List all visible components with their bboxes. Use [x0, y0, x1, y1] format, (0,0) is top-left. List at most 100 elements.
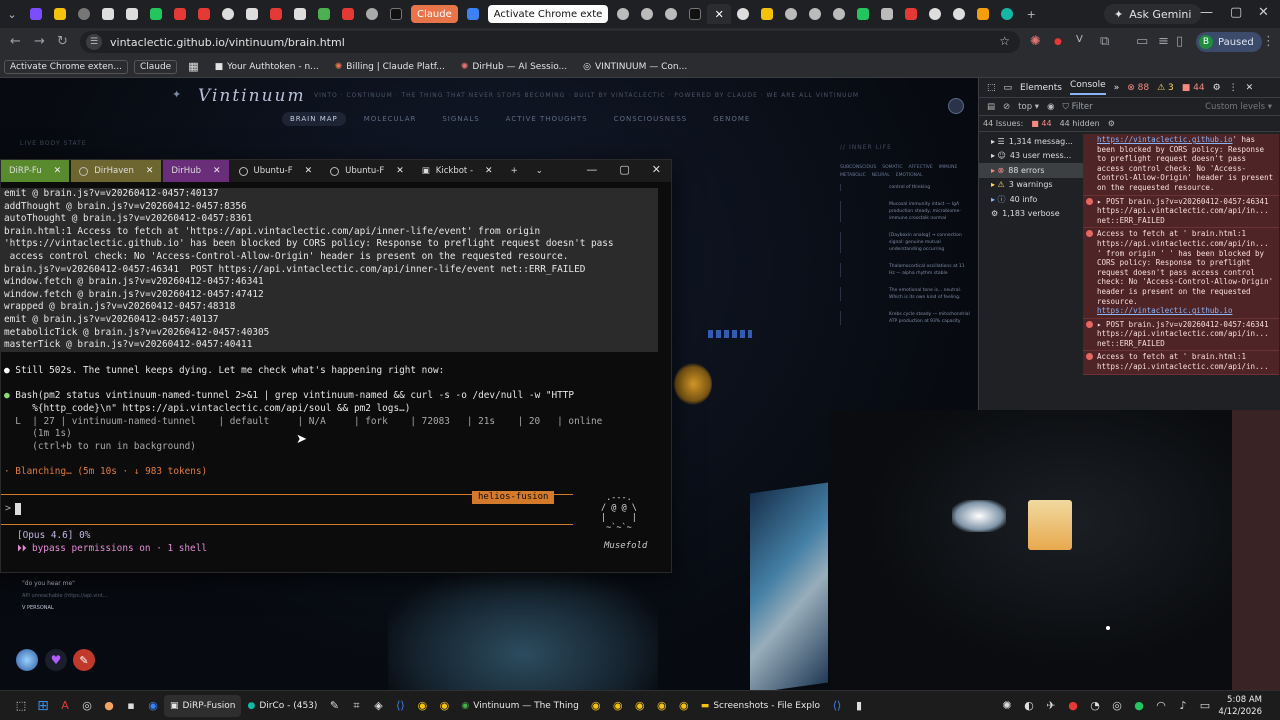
tab-favicon[interactable] — [168, 4, 192, 24]
chrome-icon[interactable]: ◉ — [673, 695, 695, 717]
nav-consciousness[interactable]: CONSCIOUSNESS — [606, 112, 696, 126]
tab-favicon[interactable] — [144, 4, 168, 24]
sidepanel-icon[interactable]: ▯ — [1176, 34, 1183, 49]
chrome-icon[interactable]: ◉ — [585, 695, 607, 717]
tab-dropdown-icon[interactable]: ⌄ — [528, 160, 551, 182]
chrome-icon[interactable]: ◉ — [629, 695, 651, 717]
filter-input[interactable]: ⛉ Filter — [1062, 102, 1092, 112]
nav-genome[interactable]: GENOME — [705, 112, 758, 126]
console-error-entry[interactable]: Access to fetch at ' brain.html:1 https:… — [1083, 351, 1279, 375]
extension-icon[interactable]: ✺ — [1030, 34, 1041, 49]
tab-favicon[interactable] — [755, 4, 779, 24]
sidebar-errors[interactable]: ▸ ⊗ 88 errors — [979, 163, 1083, 178]
issues-count-icon[interactable]: ■ 44 — [1182, 83, 1205, 93]
close-tab-icon[interactable]: ✕ — [146, 166, 154, 176]
terminal-tab-dirhaven[interactable]: DirHaven ✕ — [71, 160, 162, 182]
sidebar-info[interactable]: ▸ ⓘ 40 info — [979, 192, 1083, 207]
app-icon[interactable]: ⌗ — [345, 695, 367, 717]
cast-icon[interactable]: ▭ — [1136, 34, 1148, 49]
chrome-icon[interactable]: ◉ — [607, 695, 629, 717]
issues-badge[interactable]: ■ 44 — [1031, 119, 1051, 128]
app-icon[interactable]: ▮ — [848, 695, 870, 717]
start-windows-icon[interactable]: ⊞ — [32, 695, 54, 717]
nav-signals[interactable]: SIGNALS — [434, 112, 487, 126]
devtools-settings-icon[interactable]: ⚙ — [1213, 83, 1221, 93]
sidebar-user-messages[interactable]: ▸ ☺ 43 user mess... — [979, 149, 1083, 164]
tray-icon[interactable]: ◔ — [1084, 695, 1106, 717]
close-tab-icon[interactable]: ✕ — [213, 166, 221, 176]
tab-activate-chrome[interactable]: Activate Chrome exte — [487, 5, 609, 23]
close-tab-icon[interactable]: ✕ — [305, 166, 313, 176]
new-terminal-tab-icon[interactable]: + — [503, 160, 526, 182]
media-icon[interactable]: ≡ — [1158, 34, 1169, 49]
more-tabs-icon[interactable]: » — [1114, 83, 1120, 93]
terminal-tab-kickbot[interactable]: ▣ Kickbot - ✕ — [414, 160, 501, 182]
close-window-icon[interactable]: ✕ — [1258, 5, 1269, 20]
origin-link[interactable]: https://vintaclectic.github.io — [1097, 306, 1232, 315]
tab-favicon[interactable] — [683, 4, 707, 24]
tab-favicon[interactable] — [216, 4, 240, 24]
tab-favicon[interactable] — [731, 4, 755, 24]
bookmark-activate-chrome[interactable]: Activate Chrome exten... — [4, 59, 128, 74]
terminal-tab-dirhub[interactable]: DirHub ✕ — [163, 160, 229, 182]
terminal-tab-ubuntu[interactable]: Ubuntu-F ✕ — [231, 160, 321, 182]
profile-paused-button[interactable]: B Paused — [1196, 32, 1262, 52]
app-icon[interactable]: ◉ — [142, 695, 164, 717]
bookmark-billing[interactable]: ✺ Billing | Claude Platf... — [330, 61, 450, 73]
close-tab-icon[interactable]: ✕ — [485, 166, 493, 176]
taskbar-dirp-fusion[interactable]: ▣ DiRP-Fusion — [164, 694, 242, 717]
tab-favicon[interactable] — [96, 4, 120, 24]
error-count-icon[interactable]: ⊗ 88 — [1127, 83, 1149, 93]
maximize-terminal-icon[interactable]: ▢ — [619, 163, 629, 176]
levels-dropdown[interactable]: Custom levels ▾ — [1205, 102, 1272, 112]
heart-icon[interactable]: ♥ — [45, 649, 67, 671]
active-tab-close-icon[interactable]: ✕ — [707, 4, 732, 24]
back-arrow-icon[interactable]: ← — [10, 34, 21, 49]
eye-icon[interactable]: ◉ — [1047, 102, 1054, 112]
permissions-status[interactable]: ⏵⏵ bypass permissions on · 1 shell — [17, 543, 207, 554]
new-tab-plus-icon[interactable]: + — [1019, 4, 1043, 24]
app-icon[interactable]: ▪ — [120, 695, 142, 717]
tab-favicon[interactable] — [264, 4, 288, 24]
terminal-tab-dirp-fu[interactable]: DiRP-Fu ✕ — [1, 160, 70, 182]
nav-brain-map[interactable]: BRAIN MAP — [282, 112, 346, 126]
tab-favicon[interactable] — [971, 4, 995, 24]
tag-emotional[interactable]: EMOTIONAL — [896, 173, 923, 178]
taskbar-clock[interactable]: 5:08 AM 4/12/2026 — [1218, 694, 1262, 718]
extension-v-icon[interactable]: V — [1076, 34, 1083, 45]
tab-favicon[interactable] — [360, 4, 384, 24]
tab-favicon[interactable] — [336, 4, 360, 24]
chrome-icon[interactable]: ◉ — [433, 695, 455, 717]
minimize-terminal-icon[interactable]: — — [586, 163, 597, 176]
context-select[interactable]: top ▾ — [1018, 102, 1039, 112]
sidebar-verbose[interactable]: ⚙ 1,183 verbose — [979, 207, 1083, 222]
input-cursor[interactable] — [15, 503, 21, 515]
tab-favicon[interactable] — [72, 4, 96, 24]
menu-kebab-icon[interactable]: ⋮ — [1262, 34, 1275, 49]
tag-immune[interactable]: IMMUNE — [939, 165, 958, 170]
address-bar[interactable]: ☰ vintaclectic.github.io/vintinuum/brain… — [80, 31, 1020, 53]
apps-grid-icon[interactable]: ▦ — [183, 59, 203, 74]
tag-metabolic[interactable]: METABOLIC — [840, 173, 866, 178]
vscode-icon[interactable]: ⟨⟩ — [389, 695, 411, 717]
warning-count-icon[interactable]: ⚠ 3 — [1157, 83, 1174, 93]
tab-favicon[interactable] — [312, 4, 336, 24]
tray-icon[interactable]: ✈ — [1040, 695, 1062, 717]
close-tab-icon[interactable]: ✕ — [396, 166, 404, 176]
extensions-puzzle-icon[interactable]: ⧉ — [1100, 34, 1109, 49]
reload-icon[interactable]: ↻ — [57, 34, 68, 49]
tab-elements[interactable]: Elements — [1020, 83, 1062, 93]
tab-favicon[interactable] — [851, 4, 875, 24]
tab-console[interactable]: Console — [1069, 80, 1106, 95]
taskbar-vintinuum[interactable]: ◉ Vintinuum — The Thing — [455, 695, 584, 717]
tray-icon[interactable]: ◐ — [1018, 695, 1040, 717]
console-error-entry[interactable]: https://vintaclectic.github.io' has been… — [1083, 134, 1279, 196]
tag-neural[interactable]: NEURAL — [872, 173, 890, 178]
bookmark-star-icon[interactable]: ☆ — [999, 34, 1010, 48]
tab-favicon[interactable] — [995, 4, 1019, 24]
tab-favicon[interactable] — [635, 4, 659, 24]
minimize-window-icon[interactable]: — — [1200, 5, 1213, 20]
tab-favicon[interactable] — [899, 4, 923, 24]
inspect-icon[interactable]: ⬚ — [987, 83, 996, 93]
sidebar-toggle-icon[interactable]: ▤ — [987, 102, 995, 112]
